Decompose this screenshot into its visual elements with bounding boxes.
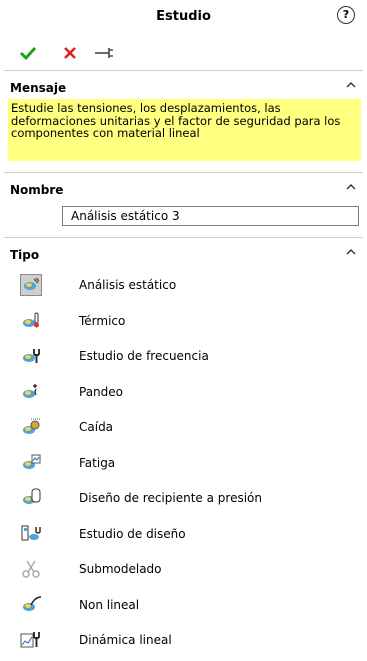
study-type-pressure-vessel[interactable]: Diseño de recipiente a presión — [0, 481, 367, 517]
message-box: Estudie las tensiones, los desplazamient… — [8, 99, 361, 161]
study-name-input[interactable]: Análisis estático 3 — [62, 206, 359, 226]
message-section-header[interactable]: Mensaje — [0, 71, 367, 99]
checkmark-icon — [19, 46, 37, 61]
nonlinear-icon — [20, 594, 42, 616]
study-type-nonlinear[interactable]: Non lineal — [0, 588, 367, 624]
study-type-fatigue[interactable]: Fatiga — [0, 446, 367, 482]
name-section-header[interactable]: Nombre — [0, 173, 367, 201]
study-type-label: Análisis estático — [79, 278, 177, 292]
study-type-label: Dinámica lineal — [79, 633, 172, 647]
study-type-label: Pandeo — [79, 384, 123, 399]
study-type-buckling[interactable]: Pandeo — [0, 375, 367, 411]
design-study-icon — [20, 523, 42, 545]
collapse-icon[interactable] — [345, 181, 357, 193]
buckling-icon — [20, 381, 42, 403]
linear-dynamics-icon — [20, 629, 42, 651]
type-section-title: Tipo — [10, 248, 40, 262]
study-type-label: Estudio de diseño — [79, 526, 186, 541]
study-type-linear-dynamics[interactable]: Dinámica lineal — [0, 623, 367, 659]
panel-header: Estudio ? — [0, 0, 367, 36]
drop-test-icon — [20, 416, 42, 438]
message-section-title: Mensaje — [10, 81, 67, 95]
pressure-vessel-icon — [20, 487, 42, 509]
study-type-label: Estudio de frecuencia — [79, 349, 209, 363]
submodeling-icon — [20, 558, 42, 580]
collapse-icon[interactable] — [345, 246, 357, 258]
study-type-label: Fatiga — [79, 455, 116, 470]
name-section-title: Nombre — [10, 183, 64, 197]
collapse-icon[interactable] — [345, 79, 357, 91]
x-icon — [64, 47, 76, 59]
static-analysis-icon — [20, 274, 42, 296]
fatigue-icon — [20, 452, 42, 474]
pin-button[interactable] — [93, 43, 113, 63]
frequency-icon — [20, 345, 42, 367]
study-type-label: Submodelado — [79, 562, 162, 576]
study-type-label: Diseño de recipiente a presión — [79, 491, 262, 505]
help-icon[interactable]: ? — [337, 6, 355, 24]
action-bar — [0, 36, 367, 70]
cancel-button[interactable] — [60, 43, 80, 63]
pushpin-icon — [95, 48, 113, 58]
thermal-icon — [20, 310, 42, 332]
study-type-drop[interactable]: Caída — [0, 410, 367, 446]
study-type-frequency[interactable]: Estudio de frecuencia — [0, 339, 367, 375]
study-type-list: Análisis estático Térmico Estudio de fre… — [0, 268, 367, 659]
study-type-design-study[interactable]: Estudio de diseño — [0, 517, 367, 553]
study-type-label: Térmico — [79, 313, 126, 328]
study-type-label: Caída — [79, 420, 114, 434]
study-type-static[interactable]: Análisis estático — [0, 268, 367, 304]
type-section-header[interactable]: Tipo — [0, 238, 367, 266]
study-type-label: Non lineal — [79, 597, 140, 612]
panel-title: Estudio — [156, 9, 211, 24]
study-type-thermal[interactable]: Térmico — [0, 304, 367, 340]
accept-button[interactable] — [18, 43, 38, 63]
study-type-submodeling[interactable]: Submodelado — [0, 552, 367, 588]
